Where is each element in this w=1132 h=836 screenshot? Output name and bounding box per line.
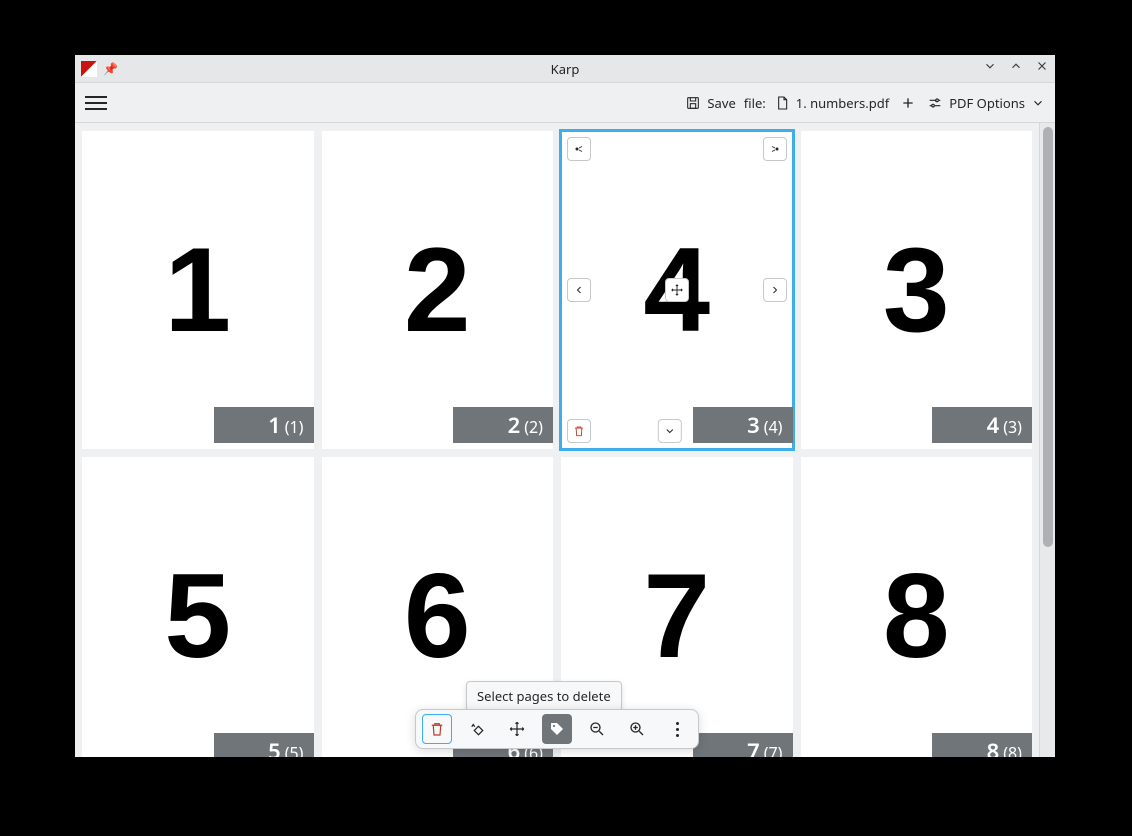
filename-button[interactable]: 1. numbers.pdf <box>774 94 889 112</box>
close-button[interactable] <box>1035 59 1049 78</box>
window-title: Karp <box>551 60 580 78</box>
save-label: Save <box>707 94 735 112</box>
page-grid: 1 1 (1) 2 2 (2) 4 <box>82 131 1032 757</box>
page-label: 2 (2) <box>453 407 553 443</box>
page-delete-button[interactable] <box>567 419 591 443</box>
page-label: 4 (3) <box>932 407 1032 443</box>
file-label: file: <box>744 94 766 112</box>
zoom-in-icon <box>628 720 646 738</box>
delete-pages-button[interactable] <box>422 714 452 744</box>
pdf-options-label: PDF Options <box>949 94 1025 112</box>
zoom-out-icon <box>588 720 606 738</box>
page-thumbnail[interactable]: 3 4 (3) <box>801 131 1033 449</box>
more-button[interactable] <box>662 714 692 744</box>
page-content: 1 <box>164 230 231 350</box>
tag-button[interactable] <box>542 714 572 744</box>
save-icon <box>685 95 701 111</box>
page-content: 8 <box>883 556 950 676</box>
page-label: 8 (8) <box>932 733 1032 757</box>
page-action-top-right[interactable] <box>763 137 787 161</box>
page-label: 3 (4) <box>693 407 793 443</box>
page-action-top-left[interactable] <box>567 137 591 161</box>
floating-toolbar <box>415 709 699 749</box>
menu-button[interactable] <box>85 92 107 114</box>
zoom-in-button[interactable] <box>622 714 652 744</box>
pin-icon[interactable]: 📌 <box>103 60 118 77</box>
maximize-button[interactable] <box>1009 59 1023 78</box>
page-thumbnail[interactable]: 2 2 (2) <box>322 131 554 449</box>
vertical-scrollbar[interactable] <box>1039 123 1055 757</box>
app-window: 📌 Karp Save file: 1. numbers.pdf PDF Opt… <box>75 55 1055 757</box>
page-content: 6 <box>404 556 471 676</box>
rotate-icon <box>468 720 486 738</box>
page-label: 5 (5) <box>214 733 314 757</box>
titlebar: 📌 Karp <box>75 55 1055 83</box>
page-content: 7 <box>643 556 710 676</box>
page-thumbnail[interactable]: 5 5 (5) <box>82 457 314 757</box>
tooltip: Select pages to delete <box>466 681 622 711</box>
page-thumbnail[interactable]: 8 8 (8) <box>801 457 1033 757</box>
rotate-button[interactable] <box>462 714 492 744</box>
page-content: 2 <box>404 230 471 350</box>
vertical-dots-icon <box>672 722 683 737</box>
chevron-down-icon <box>1031 96 1045 110</box>
move-icon <box>508 720 526 738</box>
page-thumbnail-selected[interactable]: 4 3 (4) <box>561 131 793 449</box>
pdf-options-button[interactable]: PDF Options <box>927 94 1045 112</box>
page-move-right[interactable] <box>763 278 787 302</box>
zoom-out-button[interactable] <box>582 714 612 744</box>
minimize-button[interactable] <box>983 59 997 78</box>
sliders-icon <box>927 95 943 111</box>
document-icon <box>774 95 790 111</box>
page-thumbnail[interactable]: 1 1 (1) <box>82 131 314 449</box>
trash-icon <box>428 720 446 738</box>
page-grid-area: 1 1 (1) 2 2 (2) 4 <box>75 123 1039 757</box>
add-file-button[interactable] <box>897 92 919 114</box>
save-button[interactable]: Save <box>685 94 735 112</box>
page-content: 3 <box>883 230 950 350</box>
toolbar: Save file: 1. numbers.pdf PDF Options <box>75 83 1055 123</box>
app-icon <box>81 61 97 77</box>
scrollbar-thumb[interactable] <box>1043 127 1053 547</box>
page-move-left[interactable] <box>567 278 591 302</box>
tag-icon <box>548 720 566 738</box>
page-label: 7 (7) <box>693 733 793 757</box>
filename: 1. numbers.pdf <box>796 94 889 112</box>
page-label: 1 (1) <box>214 407 314 443</box>
page-move-handle[interactable] <box>665 278 689 302</box>
move-button[interactable] <box>502 714 532 744</box>
page-more-button[interactable] <box>658 419 682 443</box>
page-content: 5 <box>164 556 231 676</box>
